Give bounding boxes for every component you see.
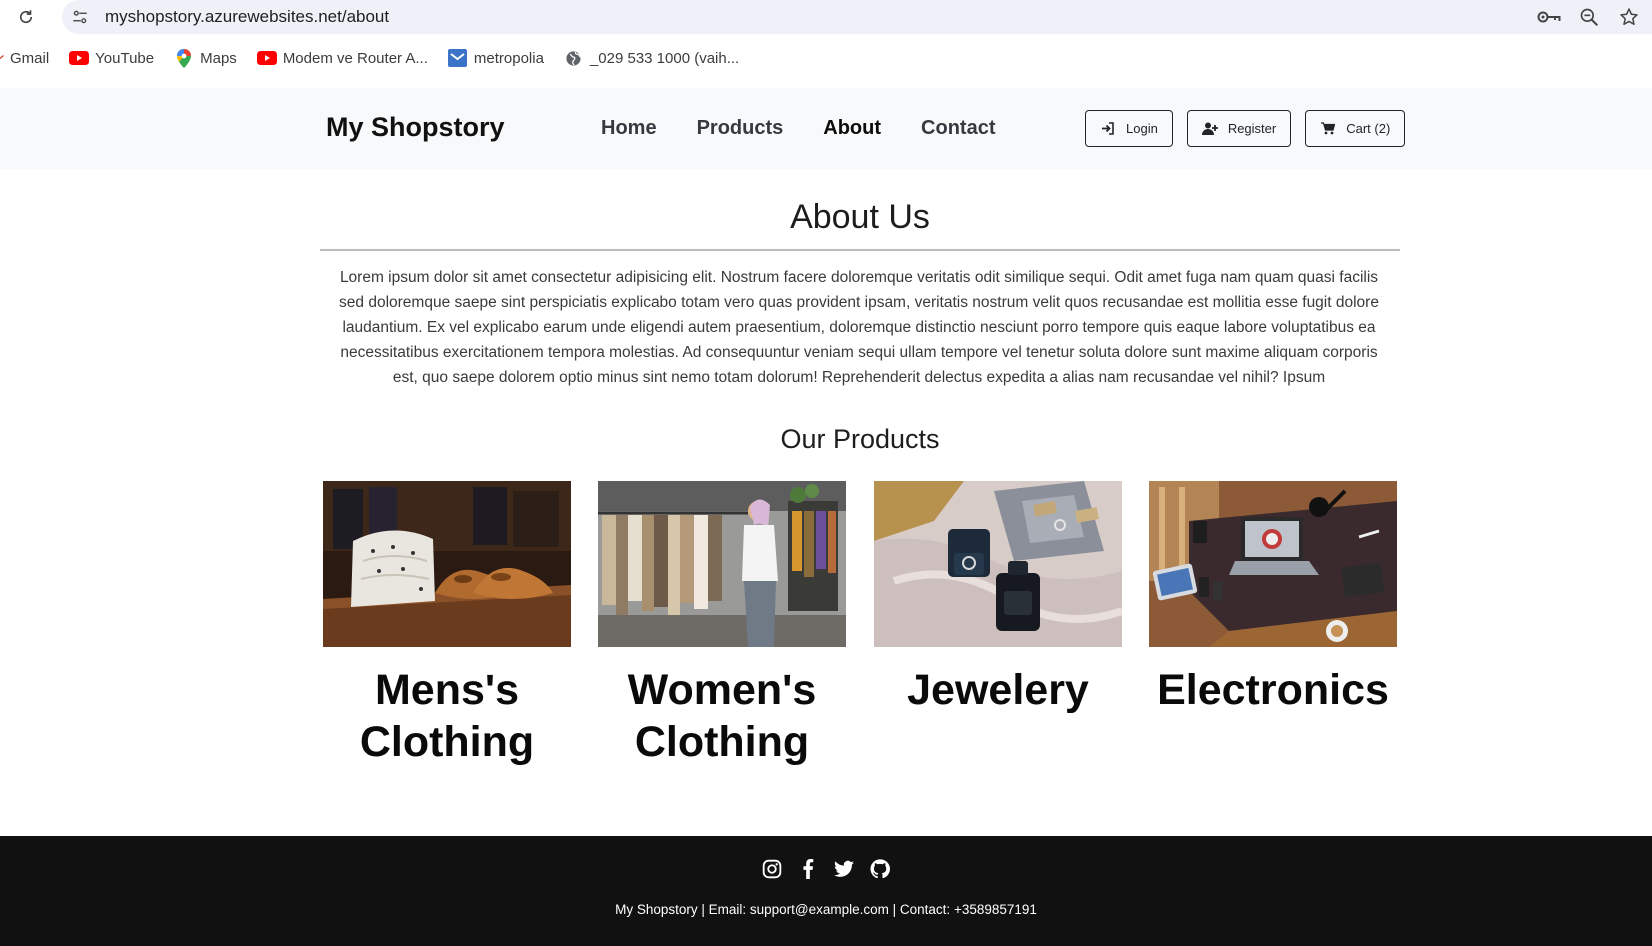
site-navbar: My Shopstory Home Products About Contact… [0, 88, 1652, 169]
twitter-icon[interactable] [833, 858, 855, 880]
bookmark-phone[interactable]: _029 533 1000 (vaih... [564, 49, 739, 67]
page-title: About Us [790, 198, 930, 236]
jewelry-box-photo[interactable] [874, 481, 1122, 647]
bookmark-modem[interactable]: Modem ve Router A... [256, 49, 428, 67]
cart-icon [1320, 122, 1336, 136]
user-plus-icon [1201, 122, 1218, 136]
register-button[interactable]: Register [1186, 110, 1292, 147]
bookmark-youtube[interactable]: YouTube [69, 49, 154, 67]
globe-icon [564, 49, 584, 67]
youtube-icon [256, 49, 277, 67]
social-links [0, 858, 1652, 880]
bookmarks-bar: Gmail YouTube Maps Modem ve Router A... … [0, 44, 759, 72]
category-card-electronics[interactable]: Electronics [1149, 481, 1397, 716]
nav-link-home[interactable]: Home [601, 117, 657, 140]
about-paragraph: Lorem ipsum dolor sit amet consectetur a… [339, 269, 1379, 386]
desk-electronics-photo[interactable] [1149, 481, 1397, 647]
login-button[interactable]: Login [1085, 110, 1173, 147]
bookmark-maps[interactable]: Maps [174, 48, 237, 68]
site-info-icon[interactable] [70, 7, 90, 27]
category-card-mens[interactable]: Mens's Clothing [323, 481, 571, 768]
reload-icon[interactable] [14, 5, 38, 29]
nav-link-products[interactable]: Products [697, 117, 784, 140]
instagram-icon[interactable] [761, 858, 783, 880]
url-text[interactable]: myshopstory.azurewebsites.net/about [105, 7, 389, 27]
divider [320, 249, 1400, 251]
gmail-icon [0, 49, 4, 67]
nav-link-about[interactable]: About [823, 117, 881, 140]
clothing-rack-photo[interactable] [598, 481, 846, 647]
nav-link-contact[interactable]: Contact [921, 117, 995, 140]
browser-toolbar: myshopstory.azurewebsites.net/about [0, 0, 1652, 34]
auth-buttons: Login Register Cart (2) [1085, 110, 1406, 147]
cart-button[interactable]: Cart (2) [1305, 110, 1406, 147]
category-card-womens[interactable]: Women's Clothing [598, 481, 846, 768]
category-name[interactable]: Electronics [1149, 664, 1397, 716]
check-mail-icon [448, 49, 468, 67]
bookmark-gmail[interactable]: Gmail [0, 49, 49, 67]
category-name[interactable]: Women's Clothing [598, 664, 846, 768]
products-section-title: Our Products [780, 424, 940, 454]
zoom-icon[interactable] [1576, 4, 1602, 30]
footer-contact-text: My Shopstory | Email: support@example.co… [615, 902, 1037, 917]
category-name[interactable]: Mens's Clothing [323, 664, 571, 768]
category-name[interactable]: Jewelery [874, 664, 1122, 716]
bookmark-metropolia[interactable]: metropolia [448, 49, 544, 67]
site-footer: My Shopstory | Email: support@example.co… [0, 836, 1652, 946]
shirts-and-shoes-photo[interactable] [323, 481, 571, 647]
maps-pin-icon [174, 48, 194, 68]
brand-logo[interactable]: My Shopstory [326, 112, 505, 143]
bookmark-star-icon[interactable] [1616, 4, 1642, 30]
youtube-icon [69, 49, 90, 67]
address-bar[interactable]: myshopstory.azurewebsites.net/about [62, 0, 1652, 34]
category-card-jewelery[interactable]: Jewelery [874, 481, 1122, 716]
main-nav: Home Products About Contact [601, 117, 995, 140]
sign-in-icon [1100, 122, 1116, 136]
github-icon[interactable] [869, 858, 891, 880]
facebook-icon[interactable] [797, 858, 819, 880]
password-key-icon[interactable] [1536, 4, 1562, 30]
